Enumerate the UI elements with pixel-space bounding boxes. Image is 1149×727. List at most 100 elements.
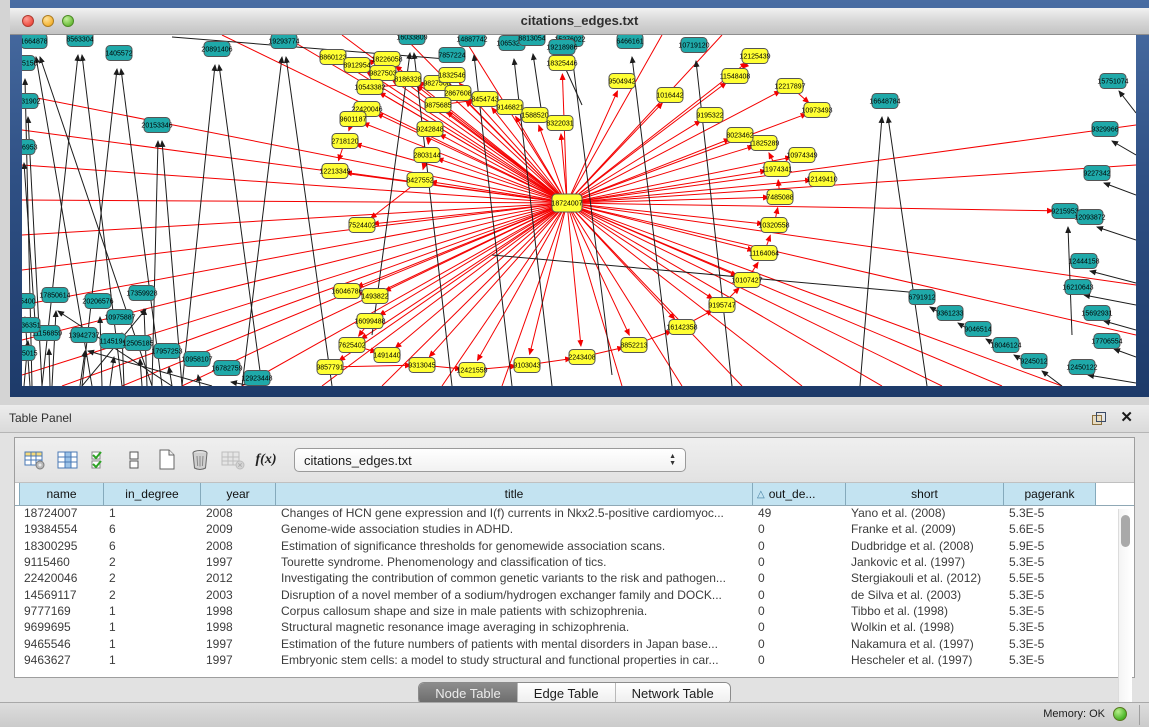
graph-node[interactable]: 18046124 — [990, 338, 1021, 353]
graph-node[interactable]: 8912954 — [343, 58, 370, 73]
graph-node[interactable]: 9103043 — [513, 358, 540, 373]
graph-node[interactable]: 1664878 — [22, 35, 48, 49]
tab-node-table[interactable]: Node Table — [419, 683, 517, 704]
graph-node[interactable]: 9195747 — [708, 298, 735, 313]
graph-node[interactable]: 9146821 — [496, 100, 523, 115]
graph-node[interactable]: 16099488 — [354, 314, 385, 329]
graph-node[interactable]: 18226058 — [371, 52, 402, 67]
graph-node[interactable]: 12093872 — [1074, 210, 1105, 225]
graph-node[interactable]: 10974349 — [786, 148, 817, 163]
graph-node[interactable]: 19293774 — [268, 35, 299, 49]
graph-node[interactable]: 12450122 — [1066, 360, 1097, 375]
graph-node[interactable]: 9313045 — [408, 358, 435, 373]
graph-node[interactable]: 11548408 — [720, 69, 751, 84]
column-header-title[interactable]: title — [276, 483, 753, 505]
table-row[interactable]: 977716911998Corpus callosum shape and si… — [15, 603, 1116, 619]
graph-node[interactable]: 9046514 — [964, 322, 991, 337]
column-header-pagerank[interactable]: pagerank — [1004, 483, 1096, 505]
graph-node[interactable]: 8322031 — [546, 116, 573, 131]
graph-node[interactable]: 3915400 — [22, 294, 36, 309]
graph-node[interactable]: 10719120 — [678, 38, 709, 53]
graph-node[interactable]: 10973493 — [801, 103, 832, 118]
graph-node[interactable]: 20891406 — [201, 42, 232, 57]
graph-node[interactable]: 9242848 — [416, 122, 443, 137]
graph-node[interactable]: 19218986 — [546, 40, 577, 55]
graph-node[interactable]: 9504942 — [608, 74, 635, 89]
graph-node[interactable]: 10320558 — [758, 218, 789, 233]
graph-node[interactable]: 11164064 — [749, 246, 779, 261]
graph-node[interactable]: 9601187 — [340, 112, 367, 127]
graph-node[interactable]: 1832546 — [438, 68, 465, 83]
graph-node[interactable]: 9245012 — [1020, 354, 1047, 369]
graph-node[interactable]: 10107427 — [731, 273, 762, 288]
graph-node[interactable]: 9336351 — [22, 318, 41, 333]
table-selector-dropdown[interactable]: citations_edges.txt ▲▼ — [294, 448, 686, 472]
graph-node[interactable]: 9227342 — [1083, 166, 1110, 181]
graph-node[interactable]: 15692931 — [1081, 306, 1112, 321]
graph-node[interactable]: 1493822 — [361, 289, 388, 304]
table-row[interactable]: 2242004622012Investigating the contribut… — [15, 570, 1116, 586]
graph-node[interactable]: 8427552 — [406, 173, 433, 188]
graph-node[interactable]: 9329966 — [1091, 122, 1118, 137]
graph-node[interactable]: 17359928 — [126, 286, 157, 301]
graph-node[interactable]: 8563304 — [66, 35, 93, 47]
graph-node[interactable]: 1588520 — [521, 108, 548, 123]
column-header-out_de[interactable]: △out_de... — [753, 483, 846, 505]
table-settings-icon[interactable] — [23, 448, 47, 472]
graph-node[interactable]: 1016442 — [656, 88, 683, 103]
graph-node[interactable]: 8186328 — [394, 72, 421, 87]
table-row[interactable]: 911546021997Tourette syndrome. Phenomeno… — [15, 554, 1116, 570]
graph-node[interactable]: 16210643 — [1062, 280, 1093, 295]
select-columns-icon[interactable] — [89, 448, 113, 472]
graph-node[interactable]: 6466161 — [616, 35, 643, 49]
table-row[interactable]: 1938455462009Genome-wide association stu… — [15, 521, 1116, 537]
graph-node[interactable]: 12421559 — [456, 363, 487, 378]
table-column-icon[interactable] — [56, 448, 80, 472]
graph-node[interactable]: 2243408 — [568, 350, 595, 365]
graph-node[interactable]: 16046786 — [331, 284, 362, 299]
graph-node[interactable]: 2718120 — [331, 134, 358, 149]
network-canvas[interactable]: 1872400788601238912954182260589827503818… — [22, 35, 1136, 386]
graph-node[interactable]: 9361233 — [936, 306, 963, 321]
column-header-in_degree[interactable]: in_degree — [104, 483, 201, 505]
graph-node[interactable]: 12149410 — [806, 172, 837, 187]
graph-node[interactable]: 8813054 — [518, 35, 545, 46]
graph-node[interactable]: 8852213 — [620, 338, 647, 353]
graph-node[interactable]: 8023462 — [726, 128, 753, 143]
graph-node[interactable]: 12125439 — [739, 49, 770, 64]
new-file-icon[interactable] — [155, 448, 179, 472]
graph-node[interactable]: 9195322 — [696, 108, 723, 123]
graph-node[interactable]: 18335015 — [22, 346, 38, 361]
graph-node[interactable]: 10975887 — [104, 310, 135, 325]
graph-node[interactable]: 11974341 — [762, 162, 793, 177]
graph-node[interactable]: 17850614 — [39, 288, 70, 303]
column-header-name[interactable]: name — [19, 483, 104, 505]
table-row[interactable]: 969969511998Structural magnetic resonanc… — [15, 619, 1116, 635]
graph-node[interactable]: 8454743 — [471, 92, 498, 107]
graph-node[interactable]: 7625402 — [338, 338, 365, 353]
delete-rows-icon[interactable] — [188, 448, 212, 472]
scrollbar-thumb[interactable] — [1121, 515, 1130, 547]
table-row[interactable]: 1872400712008Changes of HCN gene express… — [15, 505, 1116, 521]
graph-node[interactable]: 17706554 — [1091, 334, 1122, 349]
table-row[interactable]: 946554611997Estimation of the future num… — [15, 635, 1116, 651]
graph-node[interactable]: 14887742 — [456, 35, 487, 47]
row-height-icon[interactable] — [122, 448, 146, 472]
graph-node[interactable]: 20531902 — [22, 94, 41, 109]
graph-node[interactable]: 16782759 — [211, 361, 242, 376]
graph-node[interactable]: 20153346 — [141, 118, 172, 133]
graph-node[interactable]: 16648784 — [869, 94, 900, 109]
tab-edge-table[interactable]: Edge Table — [517, 683, 615, 704]
graph-node[interactable]: 7485088 — [766, 190, 793, 205]
graph-node[interactable]: 1405572 — [105, 46, 132, 61]
memory-ok-icon[interactable] — [1113, 707, 1127, 721]
graph-node[interactable]: 12923448 — [241, 371, 272, 386]
graph-node[interactable]: 6791912 — [908, 290, 935, 305]
function-icon[interactable]: f(x) — [254, 448, 278, 472]
tab-network-table[interactable]: Network Table — [615, 683, 730, 704]
graph-node[interactable]: 7524402 — [348, 218, 375, 233]
graph-node[interactable]: 9857791 — [316, 360, 343, 375]
graph-node[interactable]: 7857224 — [438, 48, 465, 63]
window-titlebar[interactable]: citations_edges.txt — [10, 8, 1149, 35]
graph-node[interactable]: 12444158 — [1068, 254, 1099, 269]
